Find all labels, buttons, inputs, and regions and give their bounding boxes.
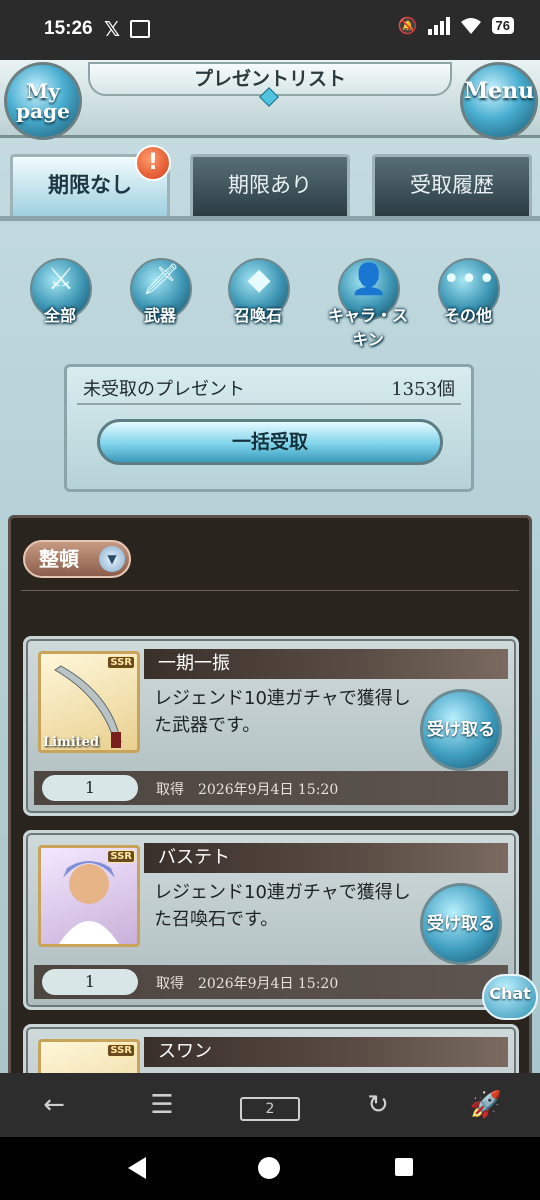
browser-toolbar: ← ☰ 2 ↻ 🚀 [0,1073,540,1137]
summon-thumbnail: SSR [38,845,140,947]
my-page-button[interactable]: My page [4,62,82,140]
filter-glyph: ◆ [247,262,271,297]
unclaimed-panel: 未受取のプレゼント 1353個 一括受取 [64,364,474,492]
acquired-date: 取得 2026年9月4日 15:20 [156,976,339,992]
alert-badge-icon: ! [135,145,171,181]
x-app-icon: 𝕏 [104,17,121,41]
claim-button[interactable]: 受け取る [420,883,502,965]
weapon-thumbnail: SSR Limited [38,651,140,753]
my-page-label-line2: page [16,99,70,123]
status-icons: 🔕 76 [398,16,514,35]
category-filters: ⚔ 全部 🗡 武器 ◆ 召喚石 👤 キャラ・スキン ••• その他 [0,248,540,349]
filter-label: 召喚石 [233,306,282,325]
filter-label: 全部 [43,306,76,325]
filter-all[interactable]: ⚔ 全部 [18,248,102,332]
filter-characters[interactable]: 👤 キャラ・スキン [326,248,410,349]
item-quantity: 1 [42,775,138,801]
nav-recents-icon[interactable] [395,1158,413,1176]
limited-badge: Limited [43,735,100,750]
claim-button[interactable]: 受け取る [420,689,502,771]
wifi-icon [460,17,481,34]
unclaimed-count: 1353個 [391,379,455,400]
tab-divider [0,216,540,221]
battery-icon: 76 [491,17,514,34]
tab-label: 期限あり [228,173,312,197]
tab-with-expiry[interactable]: 期限あり [190,154,350,216]
sort-button[interactable]: 整頓 ▼ [23,540,131,578]
mute-icon: 🔕 [397,16,418,35]
list-item: SSR スワン [23,1024,519,1073]
acquired-date: 取得 2026年9月4日 15:20 [156,782,339,798]
claim-all-button[interactable]: 一括受取 [97,419,443,465]
chevron-down-icon: ▼ [99,546,125,572]
nav-back-icon[interactable] [128,1157,146,1179]
divider [21,590,519,591]
rocket-icon[interactable]: 🚀 [456,1090,516,1120]
nav-home-icon[interactable] [258,1157,280,1179]
reload-icon[interactable]: ↻ [348,1090,408,1120]
filter-label: その他 [443,306,492,325]
status-time: 15:26 [44,18,93,39]
back-arrow-icon[interactable]: ← [24,1090,84,1120]
filter-summons[interactable]: ◆ 召喚石 [216,248,300,332]
filter-other[interactable]: ••• その他 [426,248,510,332]
tab-label: 受取履歴 [410,173,494,197]
game-screen: プレゼントリスト My page Menu 期限なし ! 期限あり 受取履歴 ⚔… [0,60,540,1073]
tab-bar: 期限なし ! 期限あり 受取履歴 [0,145,540,220]
unclaimed-label: 未受取のプレゼント [83,379,245,400]
rarity-badge: SSR [107,850,135,863]
item-thumbnail: SSR [38,1039,140,1073]
item-footer: 1 取得 2026年9月4日 15:20 [34,771,508,805]
present-list: 整頓 ▼ SSR Limited 一期一振 レジェンド10連ガチャで獲得した武器… [8,515,532,1073]
system-nav-bar [0,1137,540,1200]
header: プレゼントリスト My page Menu [0,60,540,140]
notification-app-icon [130,20,150,38]
item-name: 一期一振 [144,649,508,679]
item-name: バステト [144,843,508,873]
item-quantity: 1 [42,969,138,995]
list-item: SSR バステト レジェンド10連ガチャで獲得した召喚石です。 受け取る 1 取… [23,830,519,1010]
tab-label: 期限なし [48,173,132,197]
tab-no-expiry[interactable]: 期限なし ! [10,145,171,216]
menu-button[interactable]: Menu [460,62,538,140]
sort-label: 整頓 [39,547,79,571]
filter-glyph: ••• [442,262,496,297]
signal-icon [427,16,450,35]
filter-weapons[interactable]: 🗡 武器 [118,248,202,332]
rarity-badge: SSR [107,656,135,669]
filter-glyph: 👤 [350,262,388,297]
status-bar: 15:26 𝕏 🔕 76 [0,0,540,60]
chat-button[interactable]: Chat [482,974,538,1020]
item-description: レジェンド10連ガチャで獲得した召喚石です。 [154,882,411,930]
tab-history[interactable]: 受取履歴 [372,154,532,216]
filter-glyph: 🗡 [141,262,181,297]
list-item: SSR Limited 一期一振 レジェンド10連ガチャで獲得した武器です。 受… [23,636,519,816]
filter-label: 武器 [143,306,176,325]
tabs-count-icon: 2 [240,1096,300,1121]
item-footer: 1 取得 2026年9月4日 15:20 [34,965,508,999]
tabs-button[interactable]: 2 [240,1090,300,1121]
filter-label: キャラ・スキン [327,306,408,349]
menu-lines-icon[interactable]: ☰ [132,1090,192,1120]
item-description: レジェンド10連ガチャで獲得した武器です。 [154,688,411,736]
divider [77,403,461,405]
item-name: スワン [144,1037,508,1067]
rarity-badge: SSR [107,1044,135,1057]
filter-glyph: ⚔ [47,262,75,297]
